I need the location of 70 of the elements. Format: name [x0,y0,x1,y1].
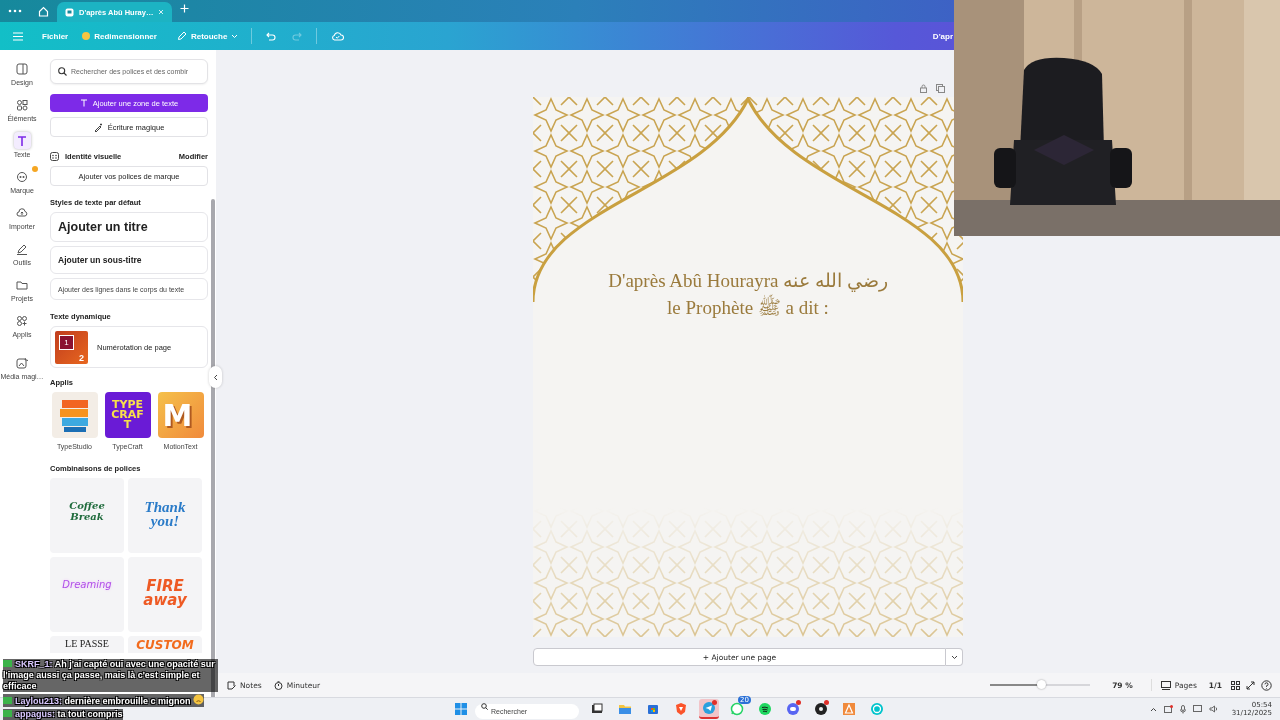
circle-logo-icon [870,702,884,716]
chevron-icon [950,654,958,660]
store-icon [646,702,660,716]
shield-icon [674,702,688,716]
collapse-panel-button[interactable] [209,366,222,388]
music-icon [758,702,772,716]
caret-icon [231,33,239,39]
search-icon [481,703,488,710]
pen-icon [16,242,28,255]
apps-icon [16,314,28,327]
close-icon[interactable] [158,9,165,15]
text-style-option[interactable]: Ajouter un sous-titre [50,246,208,274]
menu-icon[interactable] [13,31,23,41]
app-tile-art: M [157,392,204,438]
font-combination-tile[interactable]: LE PASSE [50,636,124,653]
stripes-drawing [51,392,98,438]
undo-icon[interactable] [266,31,277,41]
text-style-option[interactable]: Ajouter un titre [50,212,208,242]
help-icon[interactable] [1261,679,1272,691]
image-sparkle-icon [16,356,28,369]
pencil-icon [176,31,187,41]
document-title[interactable]: D'apr [932,31,953,41]
record-icon [814,702,828,716]
chevron-icon [213,373,218,381]
microphone-icon[interactable] [1179,704,1186,714]
more-icon[interactable] [8,8,22,14]
font-combination-tile[interactable]: Dreaming [50,557,124,632]
folder-icon [16,278,28,291]
magic-pen-icon [93,122,103,132]
timer-icon [273,680,283,690]
monitor-icon[interactable] [1192,705,1202,713]
cloud-check-icon[interactable] [331,31,345,41]
chat-message: Laylou213: dernière embrouille c mignon [3,694,205,707]
font-combination-tile[interactable]: Thank you! [128,478,202,553]
pages-icon [1160,680,1171,690]
fullscreen-icon[interactable] [1246,680,1255,690]
plus-icon[interactable] [180,3,190,13]
chat-message: SKRF_1: Ah j'ai capté oui avec une opacité sur l'image aussi ça passe, mais là c'est simple et efficace [3,659,218,692]
page-icon [65,7,74,17]
home-icon[interactable] [38,5,49,17]
font-combination-tile[interactable]: Coffee Break [50,478,124,553]
crown-icon [82,32,91,40]
app-tile-art: TYPE CRAFT [104,392,151,438]
search-icon [58,67,67,76]
upload-icon [16,206,28,219]
duplicate-icon[interactable] [936,84,945,93]
taskview-icon [590,702,604,716]
grid-view-icon[interactable] [1231,680,1240,690]
folder-icon [618,702,632,716]
notes-icon [227,680,236,690]
layout-icon [16,62,28,75]
gamepad-icon [786,702,800,716]
tray-app-icon[interactable] [1163,705,1173,713]
chevron-up-icon[interactable] [1149,706,1157,712]
triangle-icon [842,702,856,716]
chat-badge-icon [3,660,12,667]
lock-icon[interactable] [919,84,928,93]
text-icon [79,99,88,107]
paper-plane-icon [702,701,716,715]
chat-bubble-icon [730,702,744,716]
design-text[interactable]: le Prophète ﷺ a dit : [667,296,829,324]
design-text[interactable]: D'après Abû Hourayra رضي الله عنه [608,269,888,292]
start-icon[interactable] [455,703,467,715]
chat-message: appagus: ta tout compris [3,709,123,720]
shapes-icon [16,98,28,111]
page-number-thumbnail: 1 2 [55,330,88,364]
brand-kit-icon [50,152,59,161]
text-icon [16,134,28,147]
brand-icon [16,170,28,183]
speaker-icon[interactable] [1208,705,1219,713]
